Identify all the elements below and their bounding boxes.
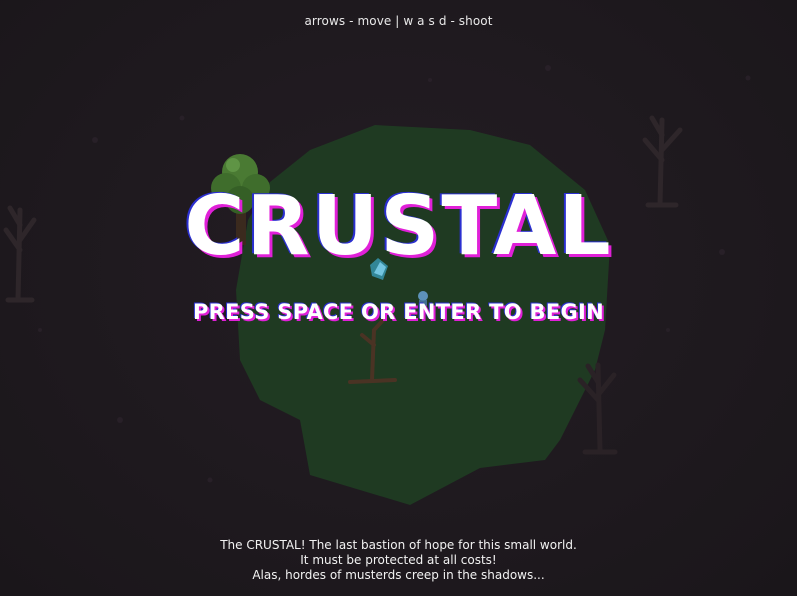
story-line: It must be protected at all costs! [300, 553, 497, 567]
game-title: CRUSTAL [184, 179, 613, 274]
story-text: The CRUSTAL! The last bastion of hope fo… [0, 538, 797, 583]
controls-hint: arrows - move | w a s d - shoot [304, 14, 493, 28]
story-line: The CRUSTAL! The last bastion of hope fo… [220, 538, 577, 552]
story-line: Alas, hordes of musterds creep in the sh… [252, 568, 545, 582]
game-world [3, 65, 751, 505]
game-canvas[interactable]: arrows - move | w a s d - shoot CRUSTAL … [0, 0, 797, 596]
start-prompt: PRESS SPACE OR ENTER TO BEGIN [192, 300, 604, 324]
